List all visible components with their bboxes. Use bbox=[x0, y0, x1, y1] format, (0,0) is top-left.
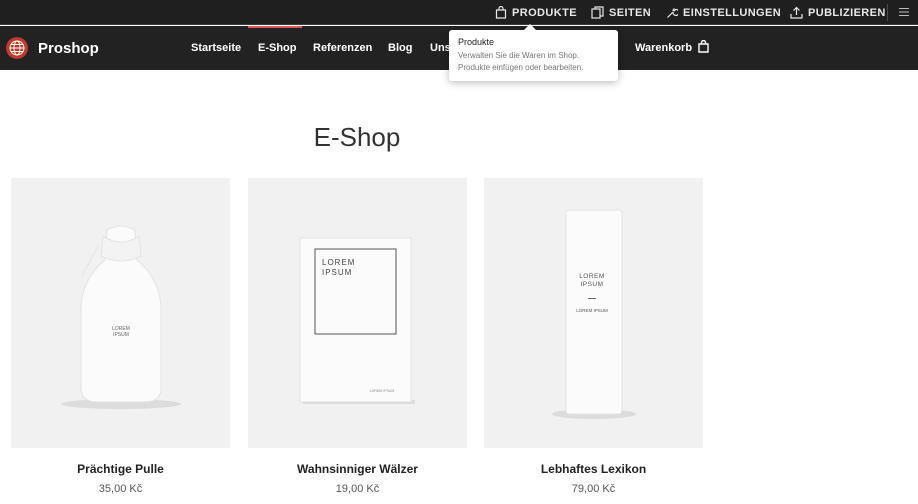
product-price-waelzer: 19,00 Kč bbox=[335, 483, 380, 495]
cart-label: Warenkorb bbox=[635, 42, 693, 54]
product-name-lexikon[interactable]: Lebhaftes Lexikon bbox=[484, 462, 703, 476]
bottle-image: LOREM IPSUM bbox=[61, 225, 181, 409]
globe-icon bbox=[9, 40, 25, 56]
editor-publizieren-button[interactable]: PUBLIZIEREN bbox=[790, 0, 886, 25]
book-cover-small-text: LOREM IPSUM bbox=[370, 389, 395, 393]
product-card-pulle[interactable]: LOREM IPSUM bbox=[11, 178, 230, 448]
nav-startseite[interactable]: Startseite bbox=[191, 26, 241, 70]
upload-icon bbox=[790, 6, 803, 19]
tooltip-line-1: Verwalten Sie die Waren im Shop. bbox=[458, 51, 580, 60]
nav-uns[interactable]: Uns bbox=[430, 26, 451, 70]
product-price-lexikon: 79,00 Kč bbox=[571, 483, 616, 495]
tooltip-arrow bbox=[524, 24, 536, 30]
editor-produkte-label: PRODUKTE bbox=[512, 6, 577, 19]
product-name-waelzer[interactable]: Wahnsinniger Wälzer bbox=[248, 462, 467, 476]
tube-label-text-1: LOREM bbox=[579, 273, 605, 280]
product-price-pulle: 35,00 Kč bbox=[98, 483, 143, 495]
brand-name[interactable]: Proshop bbox=[38, 26, 99, 70]
hamburger-icon bbox=[898, 4, 910, 22]
wrench-icon bbox=[666, 6, 678, 19]
tooltip-title: Produkte bbox=[458, 37, 495, 47]
shopping-bag-icon bbox=[698, 39, 709, 56]
editor-seiten-label: SEITEN bbox=[609, 6, 652, 19]
editor-toolbar: PRODUKTE SEITEN EINSTELLUNGEN PUBLIZIERE… bbox=[0, 0, 918, 25]
tube-sub-text: LOREM IPSUM bbox=[576, 308, 608, 313]
bottle-label-text-2: IPSUM bbox=[113, 332, 129, 338]
produkte-tooltip: Produkte Verwalten Sie die Waren im Shop… bbox=[449, 24, 618, 81]
book-cover-text-1: LOREM bbox=[322, 258, 355, 267]
book-image: LOREM IPSUM LOREM IPSUM bbox=[299, 237, 415, 404]
editor-einstellungen-label: EINSTELLUNGEN bbox=[683, 6, 782, 19]
pages-icon bbox=[591, 6, 604, 19]
page-title: E-Shop bbox=[313, 122, 401, 152]
product-name-pulle[interactable]: Prächtige Pulle bbox=[11, 462, 230, 476]
tooltip-line-2: Produkte einfügen oder bearbeiten. bbox=[458, 63, 584, 72]
cart-button[interactable]: Warenkorb bbox=[635, 26, 709, 70]
book-cover-text-2: IPSUM bbox=[322, 268, 352, 277]
brand-logo[interactable] bbox=[6, 37, 28, 59]
tube-label-text-2: IPSUM bbox=[580, 281, 603, 288]
product-card-waelzer[interactable]: LOREM IPSUM LOREM IPSUM bbox=[248, 178, 467, 448]
nav-referenzen[interactable]: Referenzen bbox=[313, 26, 372, 70]
bag-icon bbox=[495, 6, 507, 19]
editor-produkte-button[interactable]: PRODUKTE bbox=[495, 0, 577, 25]
product-card-lexikon[interactable]: LOREM IPSUM LOREM IPSUM bbox=[484, 178, 703, 448]
nav-blog[interactable]: Blog bbox=[388, 26, 412, 70]
nav-e-shop[interactable]: E-Shop bbox=[258, 26, 297, 70]
tube-image: LOREM IPSUM LOREM IPSUM bbox=[552, 209, 636, 419]
editor-publizieren-label: PUBLIZIEREN bbox=[808, 6, 886, 19]
editor-einstellungen-button[interactable]: EINSTELLUNGEN bbox=[666, 0, 781, 25]
editor-seiten-button[interactable]: SEITEN bbox=[591, 0, 651, 25]
editor-divider bbox=[887, 4, 888, 21]
editor-menu-button[interactable] bbox=[898, 0, 910, 25]
